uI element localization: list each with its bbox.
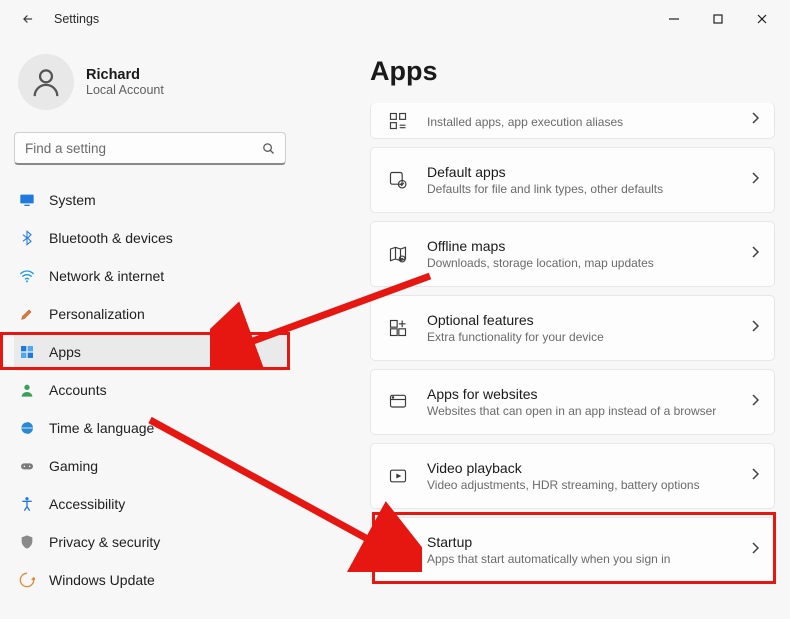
sidebar-item-label: System <box>49 192 96 208</box>
sidebar-item-system[interactable]: System <box>14 181 286 219</box>
profile-sub: Local Account <box>86 83 164 97</box>
sidebar-nav: System Bluetooth & devices Network & int… <box>14 181 286 599</box>
chevron-right-icon <box>750 541 760 560</box>
close-button[interactable] <box>740 4 784 34</box>
sidebar-item-label: Accounts <box>49 382 107 398</box>
sidebar-item-time[interactable]: Time & language <box>14 409 286 447</box>
startup-icon <box>385 540 411 560</box>
sidebar-item-bluetooth[interactable]: Bluetooth & devices <box>14 219 286 257</box>
shield-icon <box>18 533 36 551</box>
bluetooth-icon <box>18 229 36 247</box>
chevron-right-icon <box>750 467 760 486</box>
chevron-right-icon <box>750 319 760 338</box>
window-controls <box>652 4 784 34</box>
maximize-button[interactable] <box>696 4 740 34</box>
sidebar-item-label: Bluetooth & devices <box>49 230 173 246</box>
window-title: Settings <box>54 12 99 26</box>
sidebar-item-label: Personalization <box>49 306 145 322</box>
sidebar-item-update[interactable]: Windows Update <box>14 561 286 599</box>
avatar <box>18 54 74 110</box>
video-icon <box>385 466 411 486</box>
card-offline-maps[interactable]: Offline maps Downloads, storage location… <box>370 221 775 287</box>
chevron-right-icon <box>750 171 760 190</box>
card-apps-for-websites[interactable]: Apps for websites Websites that can open… <box>370 369 775 435</box>
update-icon <box>18 571 36 589</box>
grid-icon <box>385 111 411 131</box>
chevron-right-icon <box>750 393 760 412</box>
card-title: Optional features <box>427 312 750 328</box>
sidebar-item-privacy[interactable]: Privacy & security <box>14 523 286 561</box>
default-apps-icon <box>385 170 411 190</box>
card-optional-features[interactable]: Optional features Extra functionality fo… <box>370 295 775 361</box>
chevron-right-icon <box>750 245 760 264</box>
card-sub: Websites that can open in an app instead… <box>427 404 750 418</box>
map-icon <box>385 244 411 264</box>
sidebar-item-gaming[interactable]: Gaming <box>14 447 286 485</box>
main-content: Apps Installed apps, app execution alias… <box>370 56 775 583</box>
accessibility-icon <box>18 495 36 513</box>
optional-features-icon <box>385 318 411 338</box>
sidebar-item-label: Network & internet <box>49 268 164 284</box>
sidebar-item-label: Accessibility <box>49 496 125 512</box>
titlebar: Settings <box>0 0 790 38</box>
search-icon[interactable] <box>258 138 278 158</box>
card-title: Video playback <box>427 460 750 476</box>
card-sub: Downloads, storage location, map updates <box>427 256 750 270</box>
profile-name: Richard <box>86 67 164 83</box>
card-title: Apps for websites <box>427 386 750 402</box>
globe-clock-icon <box>18 419 36 437</box>
page-title: Apps <box>370 56 775 87</box>
sidebar-item-personalization[interactable]: Personalization <box>14 295 286 333</box>
wifi-icon <box>18 267 36 285</box>
sidebar-item-accessibility[interactable]: Accessibility <box>14 485 286 523</box>
gamepad-icon <box>18 457 36 475</box>
back-button[interactable] <box>14 5 42 33</box>
minimize-button[interactable] <box>652 4 696 34</box>
sidebar-item-label: Privacy & security <box>49 534 160 550</box>
search-box[interactable] <box>14 132 286 165</box>
search-input[interactable] <box>14 132 286 165</box>
chevron-right-icon <box>750 111 760 130</box>
settings-card-list: Installed apps, app execution aliases De… <box>370 103 775 583</box>
card-sub: Video adjustments, HDR streaming, batter… <box>427 478 750 492</box>
website-app-icon <box>385 392 411 412</box>
sidebar-item-accounts[interactable]: Accounts <box>14 371 286 409</box>
card-title: Offline maps <box>427 238 750 254</box>
apps-icon <box>18 343 36 361</box>
card-default-apps[interactable]: Default apps Defaults for file and link … <box>370 147 775 213</box>
card-video-playback[interactable]: Video playback Video adjustments, HDR st… <box>370 443 775 509</box>
sidebar-item-label: Gaming <box>49 458 98 474</box>
brush-icon <box>18 305 36 323</box>
sidebar-item-label: Time & language <box>49 420 154 436</box>
account-profile[interactable]: Richard Local Account <box>14 48 286 126</box>
card-sub: Apps that start automatically when you s… <box>427 552 750 566</box>
person-icon <box>18 381 36 399</box>
sidebar-item-label: Windows Update <box>49 572 155 588</box>
card-installed-apps[interactable]: Installed apps, app execution aliases <box>370 103 775 139</box>
card-title: Default apps <box>427 164 750 180</box>
sidebar-item-apps[interactable]: Apps <box>14 333 286 371</box>
sidebar: Richard Local Account System Bluetooth &… <box>0 38 300 609</box>
display-icon <box>18 191 36 209</box>
card-startup[interactable]: Startup Apps that start automatically wh… <box>370 517 775 583</box>
sidebar-item-network[interactable]: Network & internet <box>14 257 286 295</box>
sidebar-item-label: Apps <box>49 344 81 360</box>
card-sub: Defaults for file and link types, other … <box>427 182 750 196</box>
card-sub: Extra functionality for your device <box>427 330 750 344</box>
card-sub: Installed apps, app execution aliases <box>427 115 750 129</box>
card-title: Startup <box>427 534 750 550</box>
